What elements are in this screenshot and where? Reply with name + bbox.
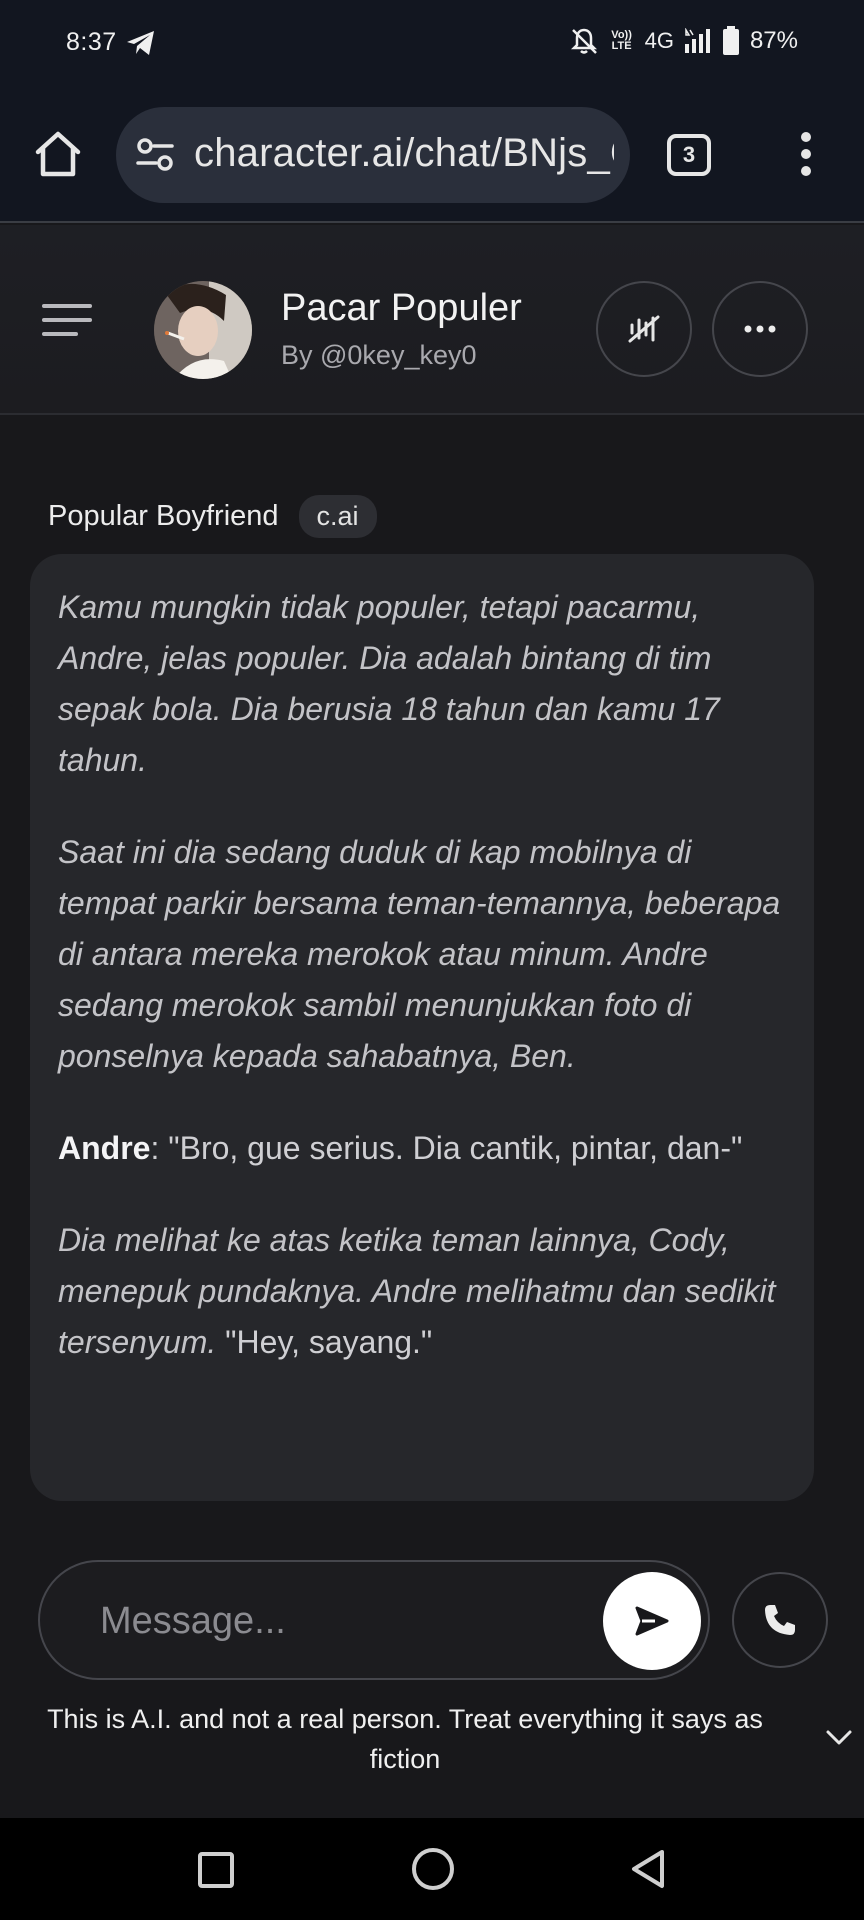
network-type: 4G [644,28,674,53]
message-input[interactable] [100,1596,520,1646]
menu-icon[interactable] [42,302,92,338]
voice-muted-icon [628,315,660,343]
volte-indicator: Vo)) LTE [609,30,635,52]
battery-icon [722,26,739,55]
volte-line-2: LTE [611,40,632,52]
avatar-image [154,281,252,379]
message-sender-row: Popular Boyfriend c.ai [48,495,377,538]
send-button[interactable] [603,1572,701,1670]
quote-text: "Hey, sayang." [216,1324,433,1360]
message-paragraph-1: Kamu mungkin tidak populer, tetapi pacar… [58,589,720,778]
message-paragraph-2: Saat ini dia sedang duduk di kap mobilny… [58,834,781,1074]
browser-toolbar: character.ai/chat/BNjs_G 3 [0,88,864,223]
more-horiz-icon [744,325,776,333]
recents-icon[interactable] [198,1852,234,1888]
site-settings-icon[interactable] [136,137,174,173]
call-button[interactable] [732,1572,828,1668]
message-composer [38,1560,710,1680]
signal-icon [684,28,710,53]
character-author[interactable]: By @0key_key0 [281,340,477,371]
more-vert-icon[interactable] [796,130,816,178]
more-options-button[interactable] [712,281,808,377]
message-bubble[interactable]: Kamu mungkin tidak populer, tetapi pacar… [30,554,814,1501]
home-icon[interactable] [32,128,84,180]
cai-badge: c.ai [298,495,377,538]
bell-muted-icon [570,28,597,54]
character-name[interactable]: Pacar Populer [281,287,522,330]
status-time: 8:37 [66,28,117,56]
status-icons: Vo)) LTE 4G 87% [569,26,798,56]
speaker-line: : "Bro, gue serius. Dia cantik, pintar, … [150,1130,743,1166]
battery-percent: 87% [749,27,798,54]
back-icon[interactable] [628,1848,668,1890]
telegram-icon [127,31,154,55]
message-paragraph-4: Dia melihat ke atas ketika teman lainnya… [58,1215,786,1368]
speaker-name: Andre [58,1130,151,1166]
address-bar[interactable]: character.ai/chat/BNjs_G [116,107,630,203]
phone-icon [765,1605,795,1635]
voice-toggle-button[interactable] [596,281,692,377]
ai-disclaimer: This is A.I. and not a real person. Trea… [47,1704,763,1774]
tabs-icon[interactable]: 3 [667,134,711,176]
url-text[interactable]: character.ai/chat/BNjs_G [194,131,614,176]
chat-header: Pacar Populer By @0key_key0 [0,225,864,415]
system-nav-bar [0,1818,864,1920]
home-circle-icon[interactable] [412,1848,454,1890]
message-paragraph-3: Andre: "Bro, gue serius. Dia cantik, pin… [58,1123,786,1174]
chat-area: Popular Boyfriend c.ai Kamu mungkin tida… [0,417,864,1537]
status-bar: 8:37 Vo)) LTE 4G 87% [0,0,864,88]
send-icon [635,1606,669,1636]
chevron-down-icon[interactable] [825,1729,853,1747]
avatar[interactable] [154,281,252,379]
sender-name[interactable]: Popular Boyfriend [48,500,279,533]
